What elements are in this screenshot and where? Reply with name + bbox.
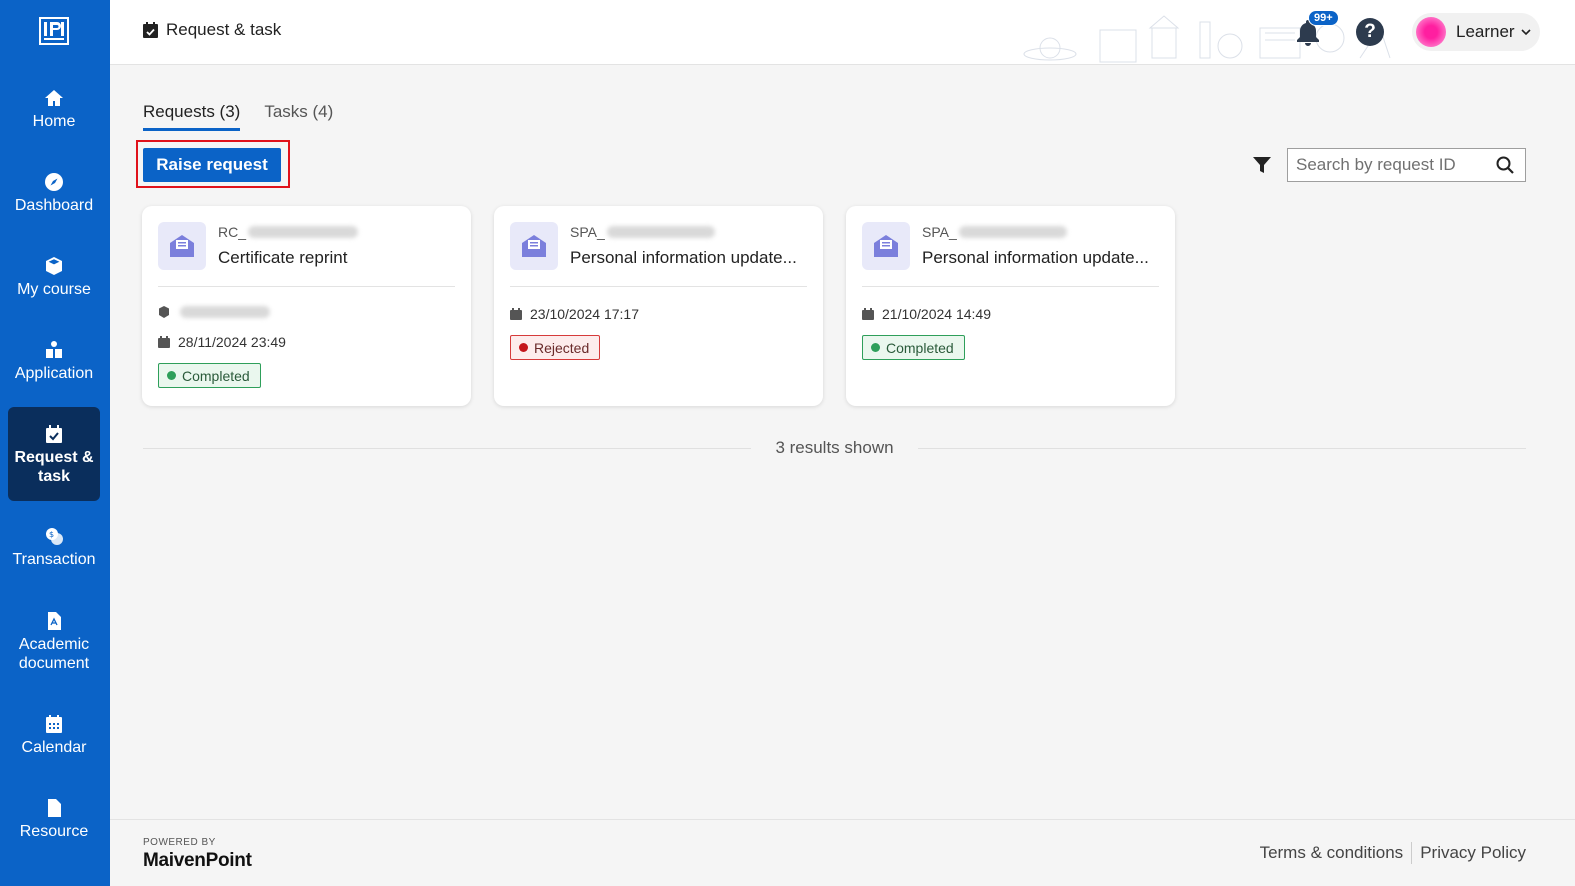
terms-link[interactable]: Terms & conditions <box>1260 843 1404 863</box>
maivenpoint-logo: MaivenPoint <box>143 850 252 871</box>
card-divider <box>862 286 1159 287</box>
request-course <box>158 306 270 318</box>
status-dot <box>167 371 176 380</box>
sidebar-item-application[interactable]: Application <box>8 332 100 390</box>
search-box <box>1287 148 1526 182</box>
calendar-check-icon <box>43 423 65 445</box>
page-title: Request & task <box>143 20 281 40</box>
request-date: 28/11/2024 23:49 <box>158 334 286 350</box>
home-icon <box>43 87 65 109</box>
sidebar-item-dashboard[interactable]: Dashboard <box>8 164 100 222</box>
cube-icon <box>159 306 169 318</box>
request-task-tabs: Requests (3) Tasks (4) <box>143 102 333 131</box>
page-title-text: Request & task <box>166 20 282 39</box>
footer-separator <box>1411 842 1413 864</box>
request-card[interactable]: SPA_ Personal information update... 21/1… <box>846 206 1175 406</box>
request-card[interactable]: SPA_ Personal information update... 23/1… <box>494 206 823 406</box>
sidebar-item-home[interactable]: Home <box>8 80 100 138</box>
request-date: 23/10/2024 17:17 <box>510 306 639 322</box>
notification-count-badge: 99+ <box>1308 10 1339 26</box>
results-divider <box>917 447 1526 449</box>
request-envelope-icon <box>510 222 558 270</box>
footer: POWERED BY MaivenPoint Terms & condition… <box>110 819 1575 886</box>
sidebar-item-transaction[interactable]: $ Transaction <box>8 518 100 576</box>
request-card[interactable]: RC_ Certificate reprint 28/11/2024 23:49… <box>142 206 471 406</box>
status-dot <box>519 343 528 352</box>
calendar-icon <box>510 308 522 320</box>
request-envelope-icon <box>862 222 910 270</box>
decorative-doodle-icon <box>1023 15 1391 63</box>
status-badge: Completed <box>158 363 261 388</box>
status-badge: Completed <box>862 335 965 360</box>
compass-icon <box>43 171 65 193</box>
calendar-check-icon <box>143 22 158 38</box>
request-id: RC_ <box>218 224 359 240</box>
sidebar-item-my-course[interactable]: My course <box>8 248 100 306</box>
sidebar: Home Dashboard My course Application Req… <box>0 0 110 886</box>
raise-request-button[interactable]: Raise request <box>143 148 281 182</box>
search-icon[interactable] <box>1495 155 1515 175</box>
status-dot <box>871 343 880 352</box>
file-icon <box>43 797 65 819</box>
sidebar-item-label: Academic document <box>18 635 90 672</box>
sidebar-item-label: Dashboard <box>14 197 94 214</box>
calendar-icon <box>862 308 874 320</box>
sidebar-item-academic-document[interactable]: Academic document <box>8 603 100 679</box>
status-badge: Rejected <box>510 335 601 360</box>
privacy-link[interactable]: Privacy Policy <box>1420 843 1526 863</box>
footer-links: Terms & conditions Privacy Policy <box>1260 842 1526 864</box>
ipi-logo[interactable] <box>39 17 69 45</box>
sidebar-item-label: Transaction <box>12 551 96 568</box>
transaction-icon: $ <box>43 525 65 547</box>
sidebar-item-label: Request & task <box>14 448 94 485</box>
calendar-icon <box>43 713 65 735</box>
powered-by-label: POWERED BY <box>143 837 216 848</box>
request-id: SPA_ <box>922 224 1067 240</box>
avatar <box>1416 17 1446 47</box>
user-menu[interactable]: Learner <box>1412 13 1540 51</box>
chevron-down-icon <box>1521 29 1531 36</box>
help-icon[interactable]: ? <box>1356 18 1384 46</box>
sidebar-item-label: Application <box>14 365 94 382</box>
sidebar-item-label: Home <box>32 113 76 130</box>
application-icon <box>43 339 65 361</box>
card-divider <box>158 286 455 287</box>
calendar-icon <box>158 336 170 348</box>
request-envelope-icon <box>158 222 206 270</box>
filter-icon[interactable] <box>1252 155 1272 175</box>
request-date: 21/10/2024 14:49 <box>862 306 991 322</box>
results-text: 3 results shown <box>775 438 894 457</box>
cube-icon <box>43 255 65 277</box>
tab-tasks[interactable]: Tasks (4) <box>264 102 333 131</box>
sidebar-item-resource[interactable]: Resource <box>8 790 100 848</box>
sidebar-item-label: Resource <box>19 823 89 840</box>
sidebar-item-request-task[interactable]: Request & task <box>8 407 100 501</box>
request-title: Certificate reprint <box>218 248 348 267</box>
svg-text:$: $ <box>49 530 54 539</box>
tab-requests[interactable]: Requests (3) <box>143 102 241 131</box>
request-title: Personal information update... <box>922 248 1149 267</box>
search-input[interactable] <box>1296 155 1491 175</box>
request-title: Personal information update... <box>570 248 797 267</box>
sidebar-item-label: Calendar <box>21 739 87 756</box>
card-divider <box>510 286 807 287</box>
sidebar-item-label: My course <box>17 281 91 298</box>
results-divider <box>143 447 752 449</box>
results-count: 3 results shown <box>143 438 1526 458</box>
user-name: Learner <box>1456 22 1515 41</box>
pdf-file-icon <box>43 610 65 632</box>
top-header: Request & task 99+ ? Learner <box>110 0 1575 65</box>
sidebar-item-calendar[interactable]: Calendar <box>8 706 100 764</box>
request-id: SPA_ <box>570 224 715 240</box>
